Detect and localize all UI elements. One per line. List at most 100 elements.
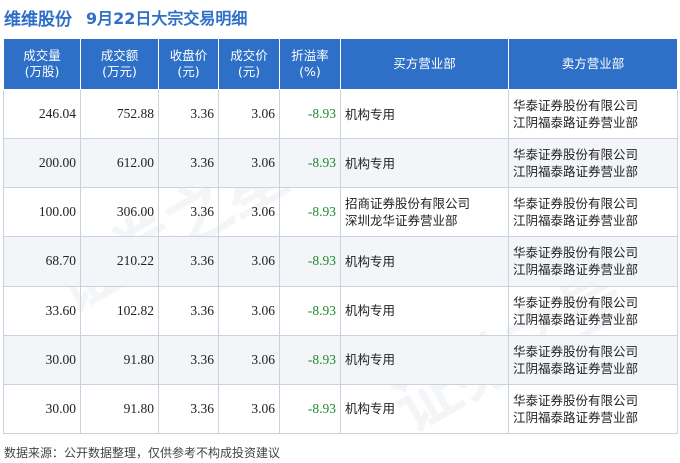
column-header: 成交量 (万股)	[3, 38, 81, 90]
seller-branch-cell-line2: 江阴福泰路证券营业部	[513, 115, 639, 131]
seller-branch-cell-line1: 华泰证券股份有限公司	[513, 343, 639, 359]
buyer-branch-cell: 机构专用	[340, 236, 509, 287]
seller-branch-cell-line2: 江阴福泰路证券营业部	[513, 164, 639, 180]
premium-rate-cell: -8.93	[279, 187, 341, 238]
block-trade-table: 成交量 (万股) 成交额 (万元) 收盘价 (元) 成交价 (元) 折溢率 (%) 买方营业部 卖方营…	[3, 38, 678, 435]
trade-price-cell: 3.06	[218, 383, 280, 435]
buyer-branch-cell: 招商证券股份有限公司 深圳龙华证券营业部	[340, 187, 509, 238]
premium-rate-cell: -8.93	[279, 285, 341, 336]
seller-branch-cell-line2: 江阴福泰路证券营业部	[513, 262, 639, 278]
data-source-note: 数据来源：公开数据整理，仅供参考不构成投资建议	[4, 446, 281, 460]
volume-cell: 246.04	[3, 88, 81, 140]
amount-cell: 306.00	[80, 187, 159, 238]
table-row: 30.00 91.80 3.36 3.06 -8.93 机构专用 华泰证券股份有限公司 江阴福…	[3, 383, 678, 435]
buyer-branch-cell-line1: 机构专用	[345, 303, 396, 319]
trade-price-cell: 3.06	[218, 334, 280, 385]
column-header-unit: (%)	[299, 64, 321, 79]
column-header-label: 买方营业部	[393, 56, 456, 71]
seller-branch-cell-line2: 江阴福泰路证券营业部	[513, 311, 639, 327]
title-bar: 维维股份 9月22日大宗交易明细	[4, 4, 247, 30]
column-header-label: 收盘价	[169, 48, 208, 63]
trade-price-cell: 3.06	[218, 236, 280, 287]
seller-branch-cell-line1: 华泰证券股份有限公司	[513, 98, 639, 114]
column-header-label: 折溢率	[291, 48, 329, 63]
column-header-unit: (元)	[177, 64, 200, 79]
table-row: 200.00 612.00 3.36 3.06 -8.93 机构专用 华泰证券股份有限公司江…	[3, 138, 678, 189]
buyer-branch-cell: 机构专用	[340, 285, 509, 336]
column-header-label: 成交价	[230, 48, 268, 63]
seller-branch-cell: 华泰证券股份有限公司 江阴福泰路证券营业部	[508, 383, 678, 435]
premium-rate-cell: -8.93	[279, 334, 341, 385]
column-header-label: 卖方营业部	[561, 56, 625, 71]
trade-price-cell: 3.06	[218, 138, 280, 189]
seller-branch-cell-line1: 华泰证券股份有限公司	[513, 147, 639, 163]
close-price-cell: 3.36	[158, 187, 219, 238]
amount-cell: 102.82	[80, 285, 159, 336]
volume-cell: 68.70	[3, 236, 81, 287]
buyer-branch-cell-line2: 深圳龙华证券营业部	[345, 213, 458, 229]
amount-cell: 752.88	[80, 88, 159, 140]
column-header: 折溢率 (%)	[279, 38, 341, 90]
close-price-cell: 3.36	[158, 88, 219, 140]
stock-name: 维维股份	[4, 9, 72, 30]
table-row: 33.60 102.82 3.36 3.06 -8.93 机构专用 华泰证券股份有限公司 江阴…	[3, 285, 678, 336]
buyer-branch-cell-line1: 机构专用	[345, 253, 396, 269]
column-header: 成交价 (元)	[218, 38, 280, 90]
table-header-row: 成交量 (万股) 成交额 (万元) 收盘价 (元) 成交价 (元) 折溢率 (%) 买方营业部 卖方营…	[3, 38, 678, 90]
seller-branch-cell: 华泰证券股份有限公司 江阴福泰路证券营业部	[508, 285, 678, 336]
buyer-branch-cell-line1: 机构专用	[345, 401, 396, 417]
seller-branch-cell: 华泰证券股份有限公司 江阴福泰路证券营业部	[508, 187, 678, 238]
column-header-label: 成交量	[23, 48, 61, 63]
column-header-unit: (元)	[237, 64, 261, 79]
volume-cell: 100.00	[3, 187, 81, 238]
seller-branch-cell-line1: 华泰证券股份有限公司	[513, 196, 639, 212]
buyer-branch-cell: 机构专用	[340, 88, 509, 140]
column-header-unit: (万股)	[24, 64, 60, 79]
seller-branch-cell: 华泰证券股份有限公司 江阴福泰路证券营业部	[508, 334, 678, 385]
column-header-label: 成交额	[100, 48, 139, 63]
column-header: 卖方营业部	[508, 38, 678, 90]
close-price-cell: 3.36	[158, 236, 219, 287]
seller-branch-cell-line1: 华泰证券股份有限公司	[513, 245, 639, 261]
close-price-cell: 3.36	[158, 285, 219, 336]
buyer-branch-cell-line1: 机构专用	[345, 155, 396, 171]
buyer-branch-cell-line1: 机构专用	[345, 106, 396, 122]
seller-branch-cell-line2: 江阴福泰路证券营业部	[513, 213, 639, 229]
seller-branch-cell-line2: 江阴福泰路证券营业部	[513, 360, 639, 376]
table-row: 68.70 210.22 3.36 3.06 -8.93 机构专用 华泰证券股份有限公司 江阴…	[3, 236, 678, 287]
column-header-unit: (万元)	[102, 64, 137, 79]
amount-cell: 91.80	[80, 334, 159, 385]
trade-price-cell: 3.06	[218, 285, 280, 336]
seller-branch-cell: 华泰证券股份有限公司 江阴福泰路证券营业部	[508, 138, 678, 189]
seller-branch-cell-line1: 华泰证券股份有限公司	[513, 294, 639, 310]
close-price-cell: 3.36	[158, 334, 219, 385]
seller-branch-cell: 华泰证券股份有限公司 江阴福泰路证券营业部	[508, 236, 678, 287]
column-header: 成交额 (万元)	[80, 38, 159, 90]
premium-rate-cell: -8.93	[279, 236, 341, 287]
buyer-branch-cell-line1: 招商证券股份有限公司	[345, 196, 471, 212]
seller-branch-cell: 华泰证券股份有限公司 江阴福泰路证券营业部	[508, 88, 678, 140]
page-title: 9月22日大宗交易明细	[86, 9, 248, 28]
close-price-cell: 3.36	[158, 383, 219, 435]
table-row: 30.00 91.80 3.36 3.06 -8.93 机构专用 华泰证券股份有限公司 江阴福…	[3, 334, 678, 385]
amount-cell: 210.22	[80, 236, 159, 287]
buyer-branch-cell: 机构专用	[340, 383, 509, 435]
buyer-branch-cell: 机构专用	[340, 334, 509, 385]
table-row: 100.00 306.00 3.36 3.06 -8.93 招商证券股份有限公司 深圳龙华证…	[3, 187, 678, 238]
buyer-branch-cell: 机构专用	[340, 138, 509, 189]
amount-cell: 91.80	[80, 383, 159, 435]
premium-rate-cell: -8.93	[279, 383, 341, 435]
table-row: 246.04 752.88 3.36 3.06 -8.93 机构专用 华泰证券股份有限公司江…	[3, 88, 678, 140]
premium-rate-cell: -8.93	[279, 138, 341, 189]
column-header: 收盘价 (元)	[158, 38, 219, 90]
trade-price-cell: 3.06	[218, 187, 280, 238]
volume-cell: 30.00	[3, 383, 81, 435]
trade-price-cell: 3.06	[218, 88, 280, 140]
close-price-cell: 3.36	[158, 138, 219, 189]
premium-rate-cell: -8.93	[279, 88, 341, 140]
seller-branch-cell-line1: 华泰证券股份有限公司	[513, 392, 639, 408]
volume-cell: 30.00	[3, 334, 81, 385]
seller-branch-cell-line2: 江阴福泰路证券营业部	[513, 409, 639, 425]
volume-cell: 200.00	[3, 138, 81, 189]
amount-cell: 612.00	[80, 138, 159, 189]
